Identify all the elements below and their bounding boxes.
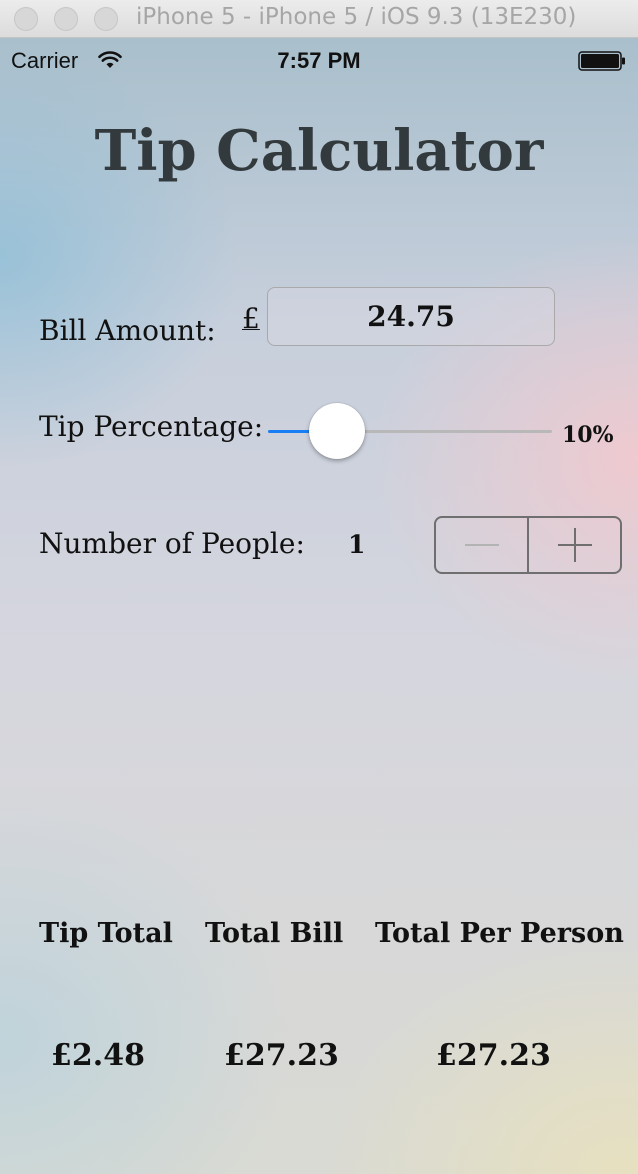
zoom-window-button[interactable] bbox=[94, 7, 118, 31]
window-title: iPhone 5 - iPhone 5 / iOS 9.3 (13E230) bbox=[136, 4, 577, 30]
phone-screen: Carrier 7:57 PM Tip Calculator Bill Amou… bbox=[0, 38, 638, 1174]
tip-slider[interactable] bbox=[268, 403, 552, 459]
bill-amount-label: Bill Amount: bbox=[39, 314, 216, 347]
total-per-person-value: £27.23 bbox=[436, 1038, 551, 1073]
app-title: Tip Calculator bbox=[94, 118, 544, 184]
battery-icon bbox=[578, 51, 625, 71]
total-bill-value: £27.23 bbox=[224, 1038, 339, 1073]
increment-button[interactable] bbox=[529, 518, 620, 572]
total-bill-heading: Total Bill bbox=[205, 918, 344, 949]
close-window-button[interactable] bbox=[14, 7, 38, 31]
decrement-button[interactable] bbox=[436, 518, 529, 572]
status-time: 7:57 PM bbox=[277, 48, 361, 73]
tip-percentage-value: 10% bbox=[562, 422, 614, 448]
minimize-window-button[interactable] bbox=[54, 7, 78, 31]
minus-icon bbox=[464, 544, 499, 546]
people-count: 1 bbox=[348, 530, 366, 559]
tip-percentage-label: Tip Percentage: bbox=[39, 410, 264, 443]
tip-total-value: £2.48 bbox=[51, 1038, 145, 1073]
people-stepper[interactable] bbox=[434, 516, 622, 574]
plus-icon bbox=[557, 528, 592, 562]
tip-total-heading: Tip Total bbox=[39, 918, 173, 949]
currency-symbol: £ bbox=[242, 302, 260, 335]
total-per-person-heading: Total Per Person bbox=[375, 918, 624, 949]
number-of-people-label: Number of People: bbox=[39, 527, 305, 560]
slider-thumb[interactable] bbox=[309, 403, 366, 459]
bill-amount-input[interactable] bbox=[267, 287, 555, 346]
simulator-title-bar: iPhone 5 - iPhone 5 / iOS 9.3 (13E230) bbox=[0, 0, 638, 38]
